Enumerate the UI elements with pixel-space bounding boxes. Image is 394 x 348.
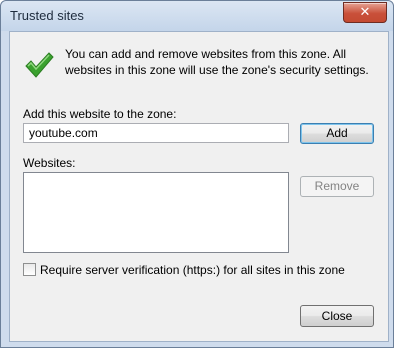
- window-title: Trusted sites: [10, 8, 84, 23]
- remove-button[interactable]: Remove: [300, 176, 374, 197]
- server-verification-checkbox[interactable]: [23, 263, 36, 276]
- close-button[interactable]: Close: [300, 305, 374, 327]
- title-bar[interactable]: Trusted sites ✕: [1, 1, 393, 31]
- close-icon: ✕: [359, 4, 371, 19]
- close-window-button[interactable]: ✕: [343, 2, 387, 23]
- dialog-body: You can add and remove websites from thi…: [9, 31, 389, 342]
- add-website-label: Add this website to the zone:: [23, 107, 177, 121]
- zone-description: You can add and remove websites from thi…: [65, 47, 369, 77]
- websites-list[interactable]: [23, 172, 289, 253]
- green-checkmark-icon: [25, 52, 54, 78]
- trusted-sites-dialog: Trusted sites ✕ You can add and remove w…: [0, 0, 394, 348]
- server-verification-label[interactable]: Require server verification (https:) for…: [40, 263, 345, 277]
- add-button[interactable]: Add: [300, 123, 374, 144]
- websites-label: Websites:: [23, 156, 76, 170]
- website-input[interactable]: youtube.com: [23, 123, 289, 143]
